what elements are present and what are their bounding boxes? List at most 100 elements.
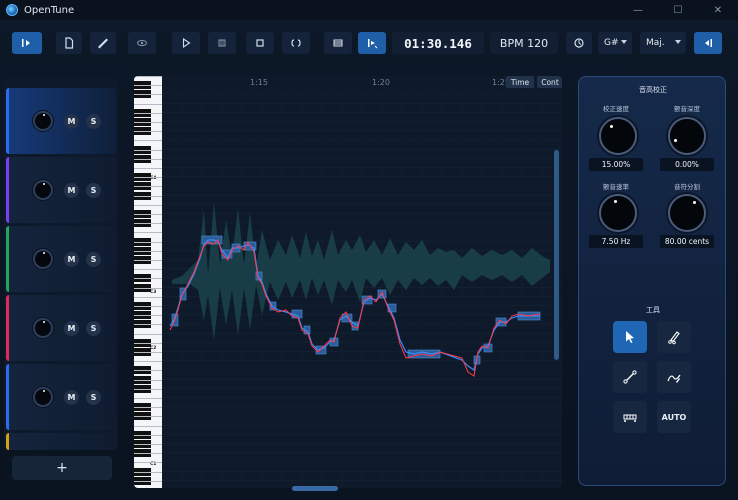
solo-button[interactable]: S (86, 114, 101, 129)
play-button[interactable] (172, 32, 200, 54)
track-volume-knob[interactable] (33, 249, 53, 269)
close-button[interactable]: ✕ (698, 0, 738, 20)
pitch-correction-panel: 音高校正 校正速度 15.00% 颤音深度 0.00% 颤音速率 7.50 Hz… (578, 76, 726, 486)
pitch-grid[interactable] (162, 90, 562, 488)
track-1[interactable]: M S (6, 88, 116, 154)
track-5[interactable]: M S (6, 364, 116, 430)
key-select[interactable]: G# (598, 32, 632, 54)
piano-key-divider (134, 140, 162, 142)
solo-button[interactable]: S (86, 252, 101, 267)
pitch-view-button[interactable] (358, 32, 386, 54)
vibrato-rate-knob[interactable] (599, 194, 637, 232)
piano-keyboard[interactable]: C4 C3 C2 C1 (134, 76, 162, 488)
line-tool-button[interactable] (613, 361, 647, 393)
mixer-view-button[interactable] (324, 32, 352, 54)
mute-button[interactable]: M (64, 114, 79, 129)
piano-key-divider (134, 425, 162, 427)
sidebar-toggle-button[interactable] (12, 32, 42, 54)
pause-button[interactable] (208, 32, 236, 54)
piano-key-divider (134, 269, 162, 271)
preview-button[interactable] (128, 32, 156, 54)
piano-key-divider (134, 250, 162, 252)
track-volume-knob[interactable] (33, 387, 53, 407)
piano-key-divider (134, 315, 162, 317)
time-display[interactable]: 01:30.146 (392, 32, 484, 54)
knob-indicator (693, 201, 696, 204)
mute-button[interactable]: M (64, 252, 79, 267)
vertical-scrollbar[interactable] (554, 150, 559, 360)
maximize-button[interactable]: ☐ (658, 0, 698, 20)
cont-view-button[interactable]: Cont (537, 76, 562, 88)
vibrato-depth-knob[interactable] (668, 117, 706, 155)
piano-key-divider (134, 370, 162, 372)
loop-button[interactable] (282, 32, 310, 54)
mute-button[interactable]: M (64, 321, 79, 336)
key-select-value: G# (604, 38, 619, 48)
panel-toggle-icon (705, 39, 712, 47)
panel-title: 音高校正 (639, 86, 667, 94)
vibrato-depth-value[interactable]: 0.00% (660, 158, 714, 171)
curve-tool-button[interactable] (657, 361, 691, 393)
pause-icon (218, 39, 226, 47)
panel-toggle-button[interactable] (694, 32, 722, 54)
auto-tune-button[interactable]: AUTO (657, 401, 691, 433)
retune-speed-label: 校正速度 (603, 105, 629, 113)
piano-key-divider (134, 149, 162, 151)
stop-icon (256, 39, 264, 47)
piano-key-divider (134, 76, 162, 77)
select-tool-button[interactable] (613, 321, 647, 353)
metronome-icon (574, 38, 584, 48)
solo-button[interactable]: S (86, 390, 101, 405)
timeline-marker: 1:20 (372, 78, 390, 87)
curve-pen-icon (667, 374, 681, 383)
piano-key-divider (134, 453, 162, 455)
solo-button[interactable]: S (86, 321, 101, 336)
piano-key-divider (134, 306, 162, 307)
time-view-button[interactable]: Time (506, 76, 534, 88)
track-volume-knob[interactable] (33, 111, 53, 131)
track-3[interactable]: M S (6, 226, 116, 292)
segment-tool-button[interactable] (613, 401, 647, 433)
add-track-button[interactable]: + (12, 456, 112, 480)
draw-note-tool-button[interactable] (657, 321, 691, 353)
vibrato-rate-value[interactable]: 7.50 Hz (589, 235, 643, 248)
piano-key-divider (134, 177, 162, 179)
draw-tool-button[interactable] (90, 32, 116, 54)
horizontal-scrollbar[interactable] (292, 486, 338, 491)
solo-button[interactable]: S (86, 183, 101, 198)
scale-mode-value: Maj. (646, 38, 665, 48)
bpm-display[interactable]: BPM 120 (490, 32, 558, 54)
chevron-down-icon (621, 40, 627, 44)
piano-key-divider (134, 168, 162, 169)
piano-key-divider (134, 471, 162, 473)
timeline-ruler[interactable]: 1:15 1:20 1:25 (162, 76, 562, 90)
metronome-button[interactable] (566, 32, 592, 54)
timeline-marker: 1:15 (250, 78, 268, 87)
track-volume-knob[interactable] (33, 318, 53, 338)
retune-speed-value[interactable]: 15.00% (589, 158, 643, 171)
mute-button[interactable]: M (64, 183, 79, 198)
piano-key-divider (134, 287, 162, 289)
track-volume-knob[interactable] (33, 180, 53, 200)
piano-key-divider (134, 186, 162, 188)
vibrato-rate-label: 颤音速率 (603, 183, 629, 191)
scale-mode-select[interactable]: Maj. (640, 32, 686, 54)
grid-view-icon (333, 39, 343, 47)
piano-key-divider (134, 158, 162, 160)
piano-key-divider (134, 352, 162, 353)
minimize-button[interactable]: — (618, 0, 658, 20)
note-split-value[interactable]: 80.00 cents (660, 235, 714, 248)
note-split-knob[interactable] (668, 194, 706, 232)
track-6[interactable] (6, 433, 116, 450)
stop-button[interactable] (246, 32, 274, 54)
tools-title: 工具 (646, 306, 660, 314)
play-icon (182, 37, 191, 49)
toolbar: 01:30.146 BPM 120 G# Maj. (0, 24, 738, 62)
piano-roll[interactable]: C4 C3 C2 C1 1:15 1:20 1:25 Time Cont (134, 76, 562, 488)
retune-speed-knob[interactable] (599, 117, 637, 155)
new-file-button[interactable] (56, 32, 82, 54)
track-4[interactable]: M S (6, 295, 116, 361)
track-2[interactable]: M S (6, 157, 116, 223)
piano-key-divider (134, 94, 162, 96)
mute-button[interactable]: M (64, 390, 79, 405)
